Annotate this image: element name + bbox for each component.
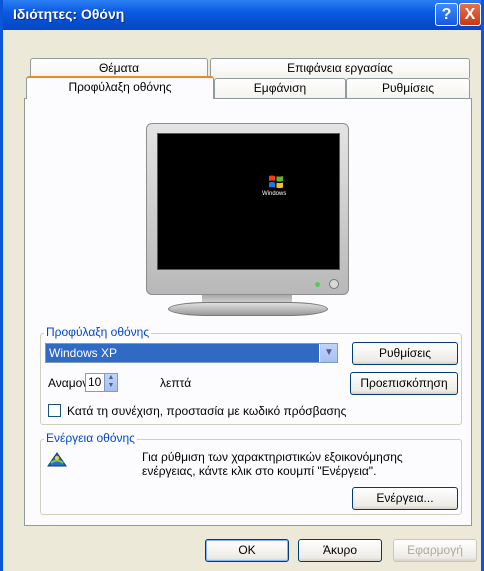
power-description-line1: Για ρύθμιση των χαρακτηριστικών εξοικονό…	[142, 450, 403, 464]
apply-button[interactable]: Εφαρμογή	[393, 539, 477, 562]
spinner-down-icon[interactable]: ▼	[105, 382, 117, 390]
password-protect-label: Κατά τη συνέχιση, προστασία με κωδικό πρ…	[67, 404, 347, 418]
monitor-stand	[168, 302, 328, 316]
ok-button[interactable]: OK	[205, 539, 289, 562]
title-bar[interactable]: Ιδιότητες: Οθόνη ? X	[3, 0, 481, 30]
screensaver-group-label: Προφύλαξη οθόνης	[44, 325, 152, 339]
tab-themes[interactable]: Θέματα	[30, 58, 208, 78]
monitor-knob	[329, 279, 339, 289]
tab-settings-label: Ρυθμίσεις	[381, 81, 435, 95]
close-button[interactable]: X	[459, 3, 481, 26]
preview-button[interactable]: Προεπισκόπηση	[350, 372, 458, 395]
tab-desktop-label: Επιφάνεια εργασίας	[287, 61, 393, 75]
tab-appearance-label: Εμφάνιση	[253, 81, 307, 95]
cancel-button[interactable]: Άκυρο	[298, 539, 382, 562]
tab-appearance[interactable]: Εμφάνιση	[214, 78, 346, 98]
preview-screen: Windows	[157, 133, 340, 270]
tab-screensaver-label: Προφύλαξη οθόνης	[68, 80, 172, 94]
power-description-line2: ενέργειας, κάντε κλικ στο κουμπί "Ενέργε…	[142, 464, 377, 478]
chevron-down-icon[interactable]: ▼	[320, 344, 337, 362]
wait-unit-label: λεπτά	[160, 376, 192, 390]
power-button[interactable]: Ενέργεια...	[352, 487, 458, 510]
screensaver-settings-button[interactable]: Ρυθμίσεις	[352, 342, 458, 365]
wait-minutes-input[interactable]: 10	[85, 373, 105, 392]
password-protect-checkbox[interactable]	[48, 404, 61, 417]
power-led	[315, 282, 320, 287]
window-title: Ιδιότητες: Οθόνη	[13, 6, 125, 22]
wait-spinner[interactable]: ▲ ▼	[105, 373, 118, 392]
preview-screen-text: Windows	[262, 191, 287, 197]
tab-settings[interactable]: Ρυθμίσεις	[346, 78, 470, 98]
screensaver-select[interactable]: Windows XP ▼	[45, 343, 338, 363]
tab-desktop[interactable]: Επιφάνεια εργασίας	[210, 58, 470, 78]
power-group-label: Ενέργεια οθόνης	[44, 431, 137, 445]
monitor-preview: Windows	[146, 123, 349, 295]
spinner-up-icon[interactable]: ▲	[105, 374, 117, 382]
energy-star-icon	[47, 452, 67, 467]
windows-logo-icon	[269, 175, 283, 189]
tab-themes-label: Θέματα	[98, 61, 140, 75]
tab-screensaver[interactable]: Προφύλαξη οθόνης	[26, 76, 214, 99]
help-button[interactable]: ?	[435, 3, 458, 26]
screensaver-select-value: Windows XP	[46, 344, 319, 362]
